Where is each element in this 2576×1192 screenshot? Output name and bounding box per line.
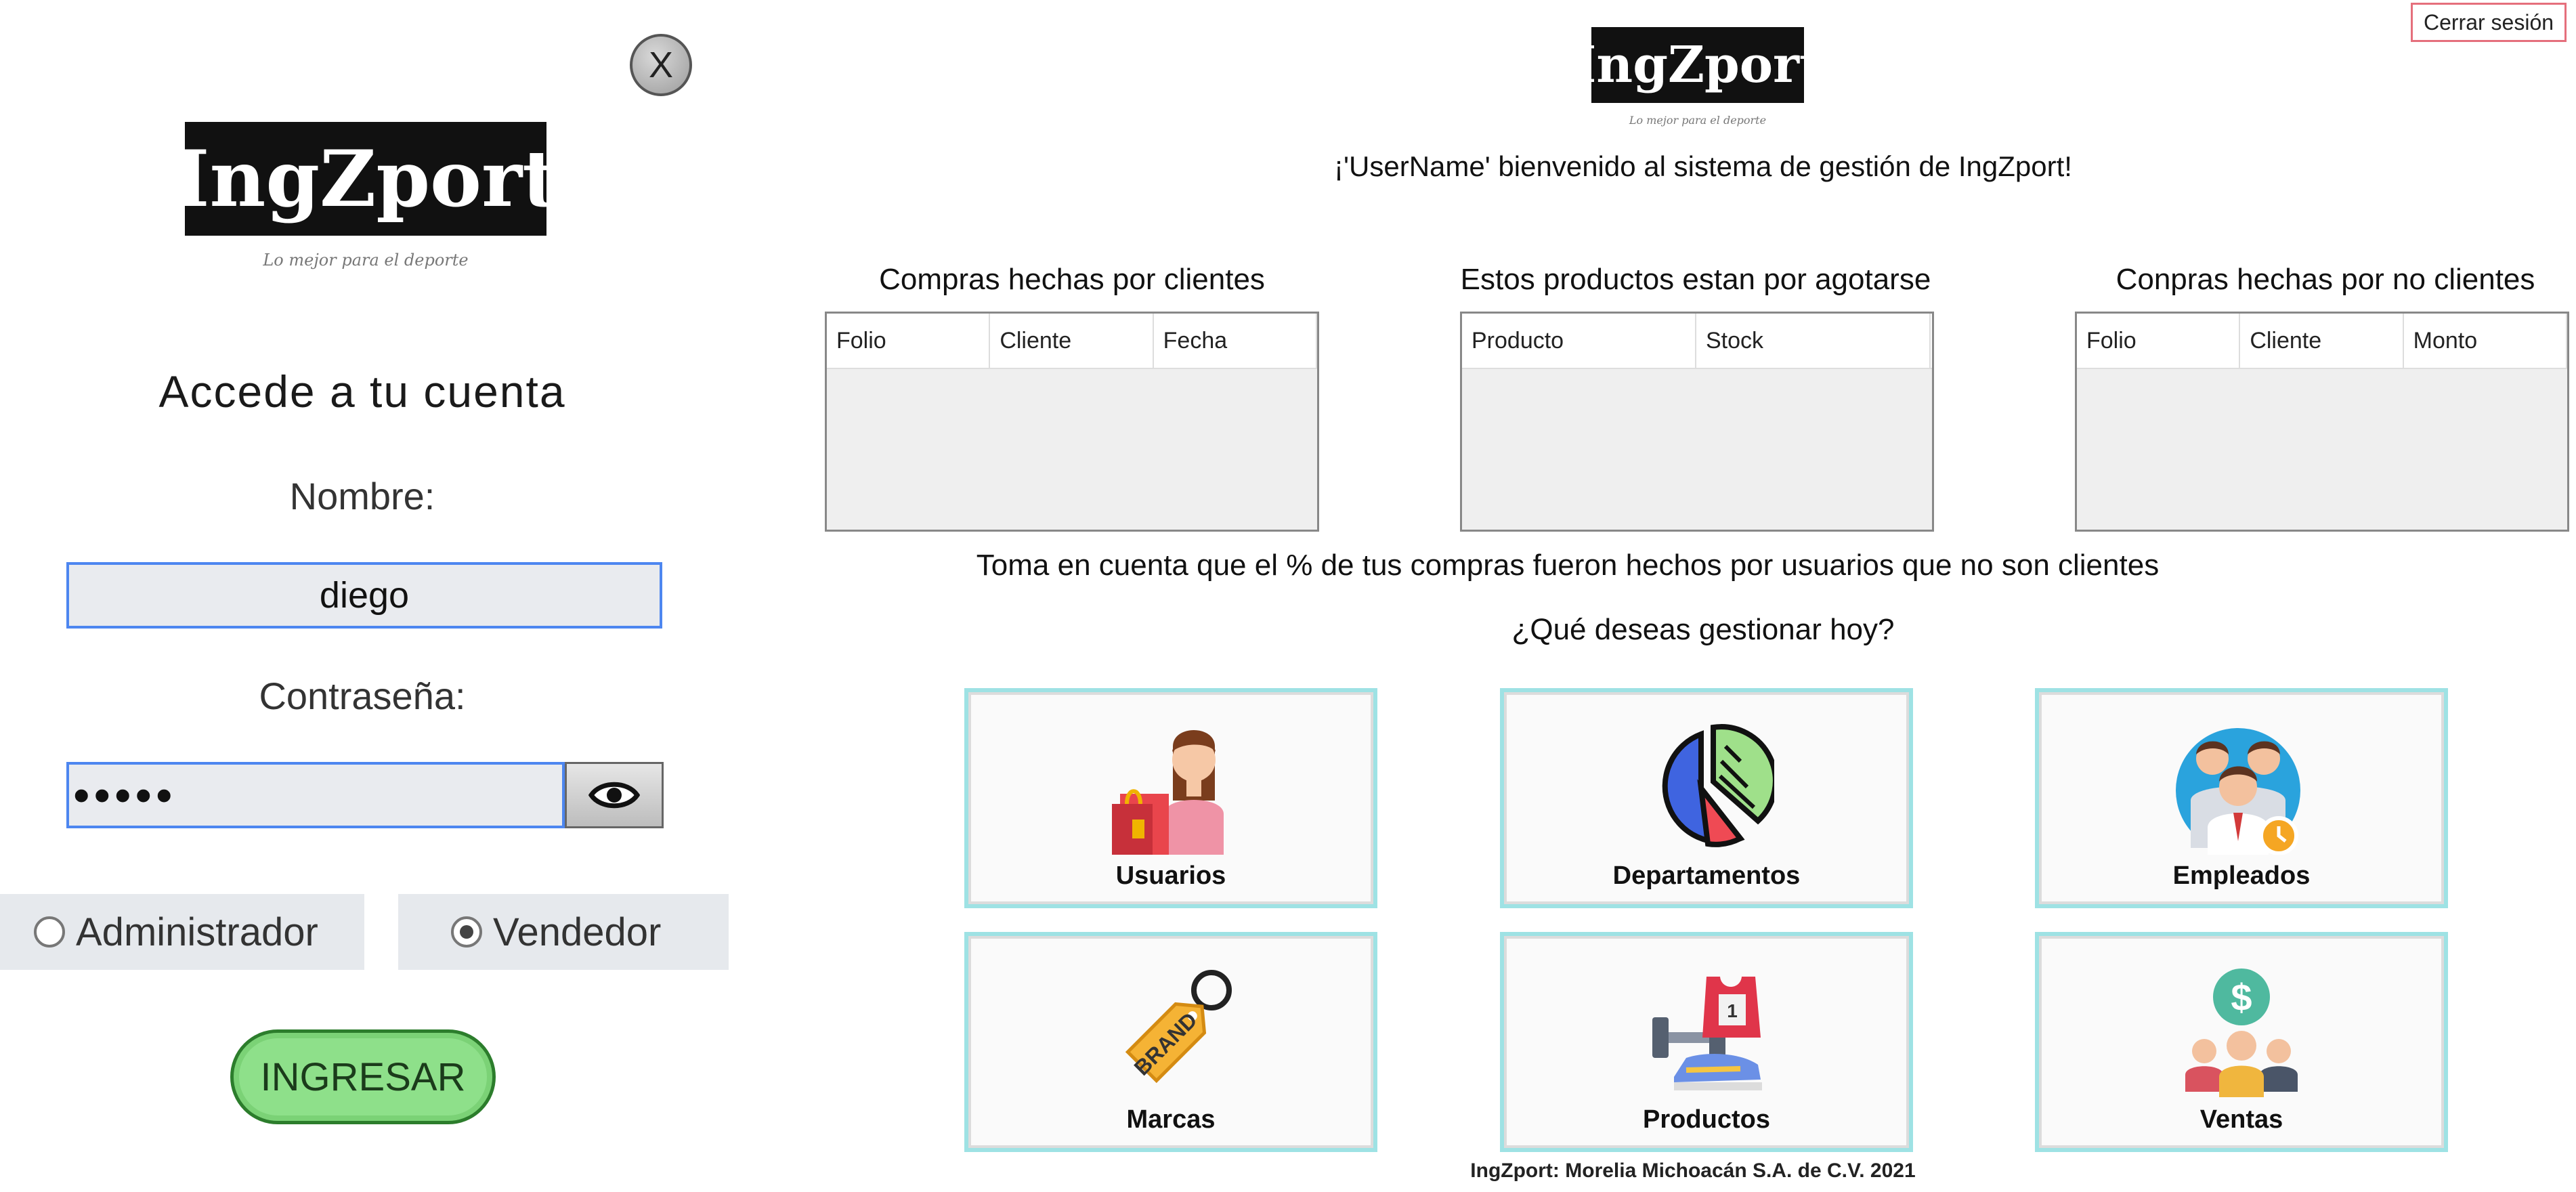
login-submit-label: INGRESAR [260,1055,466,1099]
eye-icon [588,782,640,809]
module-empleados-button[interactable]: Empleados [2035,688,2448,908]
low-stock-title: Estos productos estan por agotarse [1460,263,1931,296]
customer-purchases-grid[interactable]: Folio Cliente Fecha [825,312,1319,532]
column-header[interactable]: Fecha [1154,314,1317,368]
footer-text: IngZport: Morelia Michoacán S.A. de C.V.… [1470,1159,1916,1182]
sports-products-icon: 1 [1652,977,1762,1090]
customer-purchases-title: Compras hechas por clientes [879,263,1265,296]
radio-checked-icon [451,916,482,948]
grid-header: Producto Stock [1462,314,1932,369]
close-button[interactable]: X [630,34,692,96]
sales-icon: $ [2185,968,2298,1097]
login-title: Accede a tu cuenta [158,366,566,417]
logout-button[interactable]: Cerrar sesión [2411,3,2567,42]
module-ventas-button[interactable]: $ Ventas [2035,932,2448,1152]
low-stock-grid[interactable]: Producto Stock [1460,312,1934,532]
module-label: Departamentos [1612,861,1801,890]
manage-question: ¿Qué deseas gestionar hoy? [1511,613,1895,646]
module-productos-button[interactable]: 1 Productos [1500,932,1913,1152]
grid-header: Folio Cliente Fecha [827,314,1317,369]
non-customer-purchases-grid[interactable]: Folio Cliente Monto [2075,312,2569,532]
svg-text:$: $ [2231,976,2252,1019]
module-label: Ventas [2199,1105,2283,1134]
close-label: X [648,45,674,85]
column-header[interactable]: Cliente [2240,314,2404,368]
svg-text:1: 1 [1727,1000,1738,1021]
name-label: Nombre: [289,475,435,517]
column-header[interactable]: Producto [1462,314,1696,368]
main-logo-text: IngZport [1572,36,1823,94]
module-label: Empleados [2172,861,2311,890]
shopper-icon [1112,730,1224,855]
column-header[interactable]: Folio [2077,314,2241,368]
grid-header: Folio Cliente Monto [2077,314,2567,369]
role-vendedor-label: Vendedor [493,910,662,954]
info-note: Toma en cuenta que el % de tus compras f… [976,549,2160,582]
column-header[interactable]: Monto [2404,314,2567,368]
role-administrador-radio[interactable]: Administrador [0,894,364,970]
pie-chart-icon [1662,724,1774,847]
login-submit-button[interactable]: INGRESAR [230,1029,496,1124]
show-password-button[interactable] [565,762,664,828]
column-header[interactable]: Folio [827,314,991,368]
role-administrador-label: Administrador [76,910,318,954]
login-logo: IngZport [173,122,558,236]
login-logo-text: IngZport [173,133,558,224]
module-usuarios-button[interactable]: Usuarios [964,688,1377,908]
login-tagline: Lo mejor para el deporte [263,251,469,270]
main-logo: IngZport [1573,27,1822,103]
brand-tag-icon: BRAND [1125,970,1232,1084]
password-input[interactable] [66,762,565,828]
logout-label: Cerrar sesión [2423,9,2554,35]
module-label: Usuarios [1115,861,1226,890]
column-header[interactable]: Stock [1696,314,1931,368]
column-header[interactable]: Cliente [990,314,1154,368]
password-label: Contraseña: [259,675,466,717]
employees-icon [2176,728,2300,855]
main-tagline: Lo mejor para el deporte [1629,114,1767,127]
radio-unchecked-icon [34,916,65,948]
module-label: Marcas [1126,1105,1216,1134]
welcome-message: ¡'UserName' bienvenido al sistema de ges… [1334,150,2072,182]
module-departamentos-button[interactable]: Departamentos [1500,688,1913,908]
role-vendedor-radio[interactable]: Vendedor [398,894,729,970]
module-label: Productos [1643,1105,1770,1134]
module-marcas-button[interactable]: BRAND Marcas [964,932,1377,1152]
non-customer-purchases-title: Conpras hechas por no clientes [2116,263,2535,296]
name-input[interactable] [66,562,662,629]
